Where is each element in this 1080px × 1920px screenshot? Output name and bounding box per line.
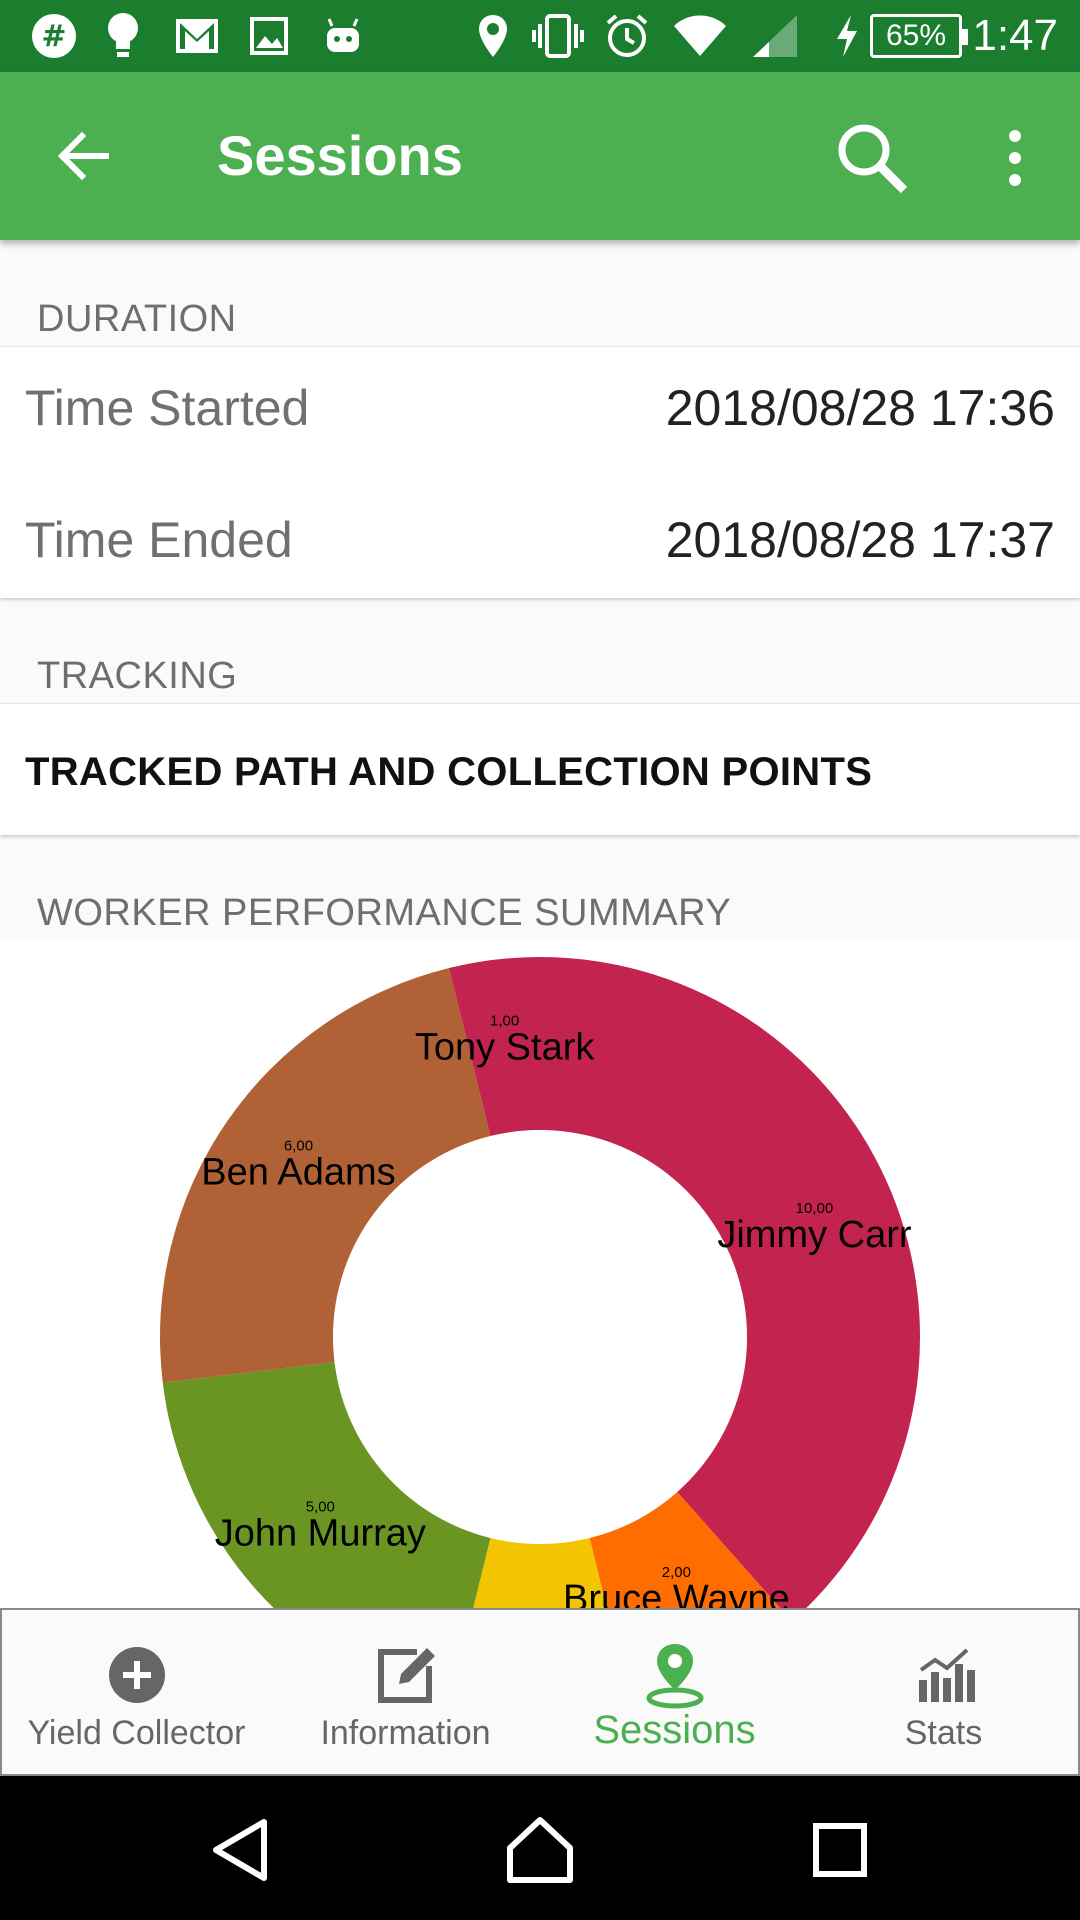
performance-chart-card: 10,00 Jimmy Carr 2,00 Bruce Wayne 5,00 John M… <box>0 940 1080 1610</box>
performance-header: WORKER PERFORMANCE SUMMARY <box>37 892 732 934</box>
duration-header: DURATION <box>37 298 237 340</box>
slice-name-label: Bruce Wayne <box>563 1578 790 1610</box>
add-circle-icon <box>108 1647 165 1703</box>
time-ended-label: Time Ended <box>25 512 293 568</box>
system-home-icon[interactable] <box>500 1810 580 1890</box>
system-back-icon[interactable] <box>200 1810 280 1890</box>
bottom-navigation: Yield Collector Information Sessions Sta… <box>0 1608 1080 1776</box>
nav-sessions[interactable]: Sessions <box>540 1610 809 1774</box>
back-button[interactable] <box>50 122 118 190</box>
nav-label-stats: Stats <box>904 1714 983 1752</box>
wifi-icon <box>670 10 730 62</box>
app-bar: Sessions <box>0 72 1080 240</box>
overflow-menu-button[interactable] <box>995 128 1035 188</box>
signal-icon <box>748 10 804 62</box>
search-button[interactable] <box>832 118 912 198</box>
edit-note-icon <box>377 1648 435 1703</box>
slice-name-label: Jimmy Carr <box>717 1214 912 1256</box>
location-pin-icon <box>646 1644 703 1709</box>
duration-card: Time Started 2018/08/28 17:36 Time Ended… <box>0 346 1080 598</box>
tracked-path-label: TRACKED PATH AND COLLECTION POINTS <box>25 750 873 794</box>
slice-name-label: Tony Stark <box>415 1027 596 1069</box>
system-navigation-bar <box>0 1776 1080 1920</box>
nav-label-sessions: Sessions <box>593 1708 756 1752</box>
vibrate-icon <box>530 10 586 62</box>
location-icon <box>470 10 516 62</box>
donut-hole <box>352 1149 728 1525</box>
screen: # 65% 1:47 Sessions DURATION Time Starte… <box>0 0 1080 1920</box>
more-vert-icon <box>1009 130 1021 186</box>
slice-name-label: Ben Adams <box>201 1151 395 1193</box>
charging-icon <box>830 10 864 62</box>
slice-name-label: John Murray <box>215 1513 426 1555</box>
nav-label-yield-collector: Yield Collector <box>27 1714 246 1752</box>
worker-performance-donut-chart[interactable]: 10,00Jimmy Carr2,00Bruce Wayne5,00John M… <box>0 940 1080 1610</box>
arrow-back-icon <box>57 131 109 181</box>
alarm-icon <box>602 10 652 62</box>
android-icon <box>318 10 368 62</box>
page-title: Sessions <box>217 124 463 187</box>
nav-stats[interactable]: Stats <box>809 1610 1078 1774</box>
image-icon <box>244 10 294 62</box>
nav-label-information: Information <box>320 1714 491 1752</box>
system-recents-icon[interactable] <box>800 1810 880 1890</box>
time-started-value: 2018/08/28 17:36 <box>665 380 1055 436</box>
tracking-header: TRACKING <box>37 655 238 697</box>
search-icon <box>838 124 908 194</box>
slack-icon: # <box>28 10 80 62</box>
svg-text:#: # <box>41 19 66 54</box>
status-bar: # 65% 1:47 <box>0 0 1080 72</box>
time-ended-value: 2018/08/28 17:37 <box>665 512 1055 568</box>
bulb-icon <box>100 10 146 62</box>
gmail-icon <box>172 10 222 62</box>
clock: 1:47 <box>972 11 1058 60</box>
time-started-label: Time Started <box>25 380 310 436</box>
nav-information[interactable]: Information <box>271 1610 540 1774</box>
battery-indicator: 65% <box>870 14 968 58</box>
bar-chart-icon <box>918 1648 975 1702</box>
nav-yield-collector[interactable]: Yield Collector <box>2 1610 271 1774</box>
tracked-path-button[interactable]: TRACKED PATH AND COLLECTION POINTS <box>0 703 1080 835</box>
